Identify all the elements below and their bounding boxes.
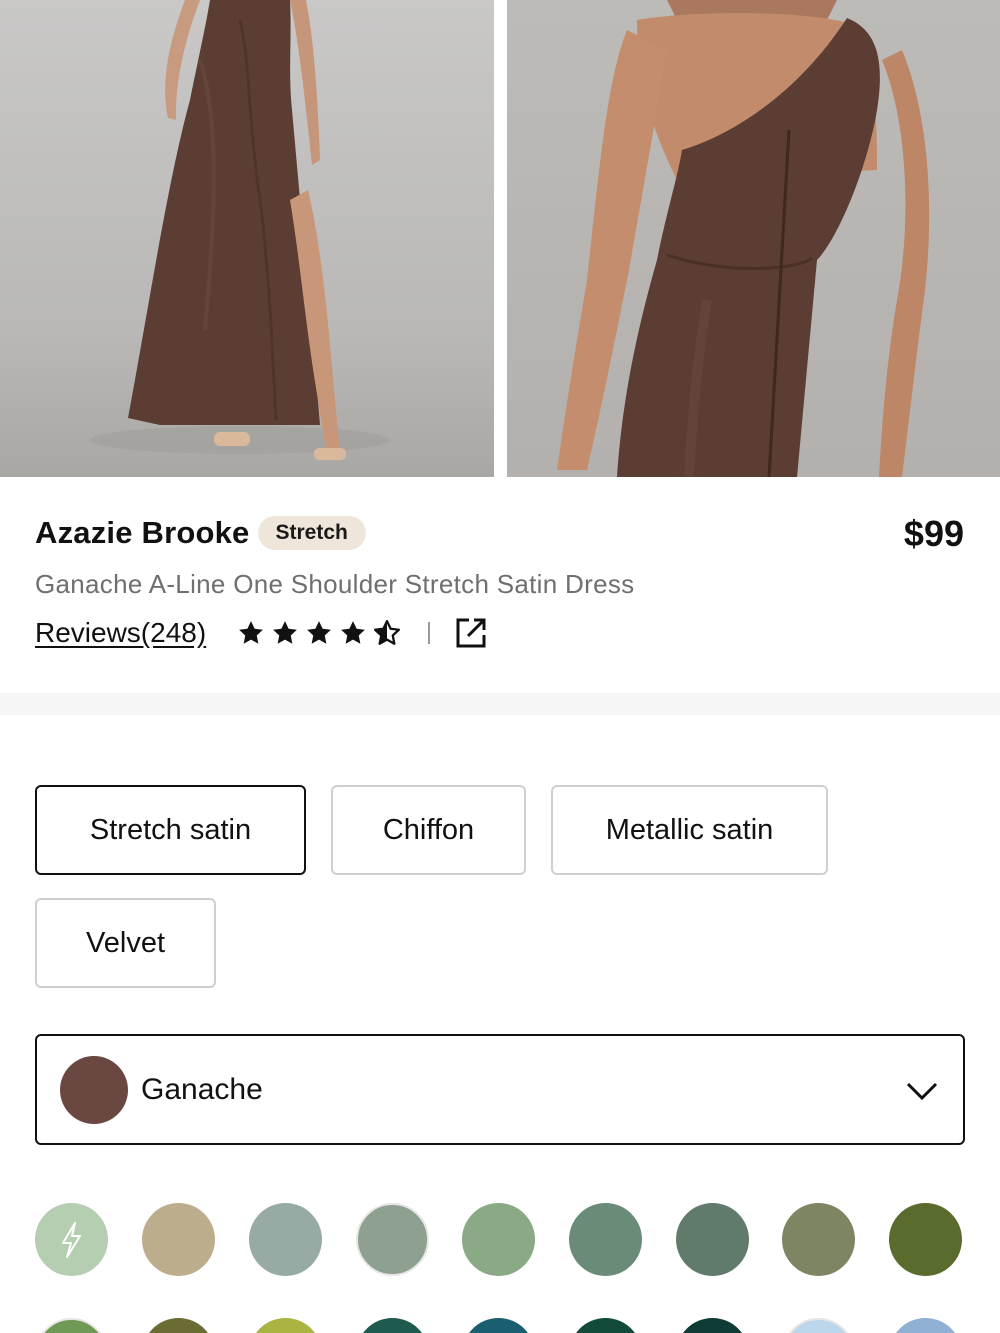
color-swatch[interactable] bbox=[462, 1318, 535, 1333]
dress-back-illustration bbox=[557, 0, 930, 477]
fabric-option-metallic-satin[interactable]: Metallic satin bbox=[551, 785, 828, 875]
color-swatch[interactable] bbox=[142, 1203, 215, 1276]
chevron-down-icon bbox=[906, 1082, 938, 1101]
lightning-icon bbox=[62, 1222, 81, 1258]
color-swatch[interactable] bbox=[356, 1318, 429, 1333]
color-swatch[interactable] bbox=[569, 1203, 642, 1276]
selected-color-swatch bbox=[60, 1055, 128, 1124]
price: $99 bbox=[903, 513, 964, 554]
star-icon bbox=[307, 621, 332, 644]
product-name: Azazie Brooke bbox=[35, 515, 250, 550]
fabric-option-stretch-satin[interactable]: Stretch satin bbox=[35, 785, 306, 875]
title-row: Azazie Brooke Stretch bbox=[35, 515, 366, 551]
divider bbox=[428, 622, 431, 644]
product-photo-front[interactable] bbox=[0, 0, 494, 477]
color-swatch[interactable] bbox=[462, 1203, 535, 1276]
color-swatch[interactable] bbox=[782, 1203, 855, 1276]
star-icon bbox=[273, 621, 298, 644]
external-link-icon[interactable] bbox=[454, 616, 488, 650]
product-photo-back[interactable] bbox=[507, 0, 1000, 477]
color-dropdown[interactable]: Ganache bbox=[35, 1034, 965, 1145]
fabric-option-chiffon[interactable]: Chiffon bbox=[331, 785, 526, 875]
dress-front-illustration bbox=[90, 0, 390, 460]
reviews-row: Reviews(248) bbox=[35, 616, 488, 650]
color-swatch[interactable] bbox=[249, 1318, 322, 1333]
star-half-icon bbox=[374, 620, 401, 645]
color-swatch[interactable] bbox=[676, 1203, 749, 1276]
color-swatch[interactable] bbox=[889, 1318, 962, 1333]
rating-stars bbox=[236, 618, 406, 648]
color-swatch[interactable] bbox=[569, 1318, 642, 1333]
color-swatch[interactable] bbox=[249, 1203, 322, 1276]
stretch-badge: Stretch bbox=[257, 516, 366, 550]
reviews-link[interactable]: Reviews(248) bbox=[35, 617, 206, 649]
product-info: Azazie Brooke Stretch $99 Ganache A-Line… bbox=[0, 477, 1000, 693]
star-icon bbox=[341, 621, 366, 644]
color-swatch[interactable] bbox=[356, 1203, 429, 1276]
color-swatch[interactable] bbox=[142, 1318, 215, 1333]
color-swatch[interactable] bbox=[782, 1318, 855, 1333]
color-swatch[interactable] bbox=[35, 1203, 108, 1276]
selected-color-name: Ganache bbox=[141, 1072, 263, 1106]
color-swatch[interactable] bbox=[35, 1318, 108, 1333]
color-swatch[interactable] bbox=[676, 1318, 749, 1333]
fabric-option-velvet[interactable]: Velvet bbox=[35, 898, 216, 988]
product-subtitle: Ganache A-Line One Shoulder Stretch Sati… bbox=[35, 569, 635, 599]
section-divider bbox=[0, 693, 1000, 715]
product-gallery bbox=[0, 0, 1000, 477]
star-icon bbox=[239, 621, 264, 644]
color-swatch[interactable] bbox=[889, 1203, 962, 1276]
